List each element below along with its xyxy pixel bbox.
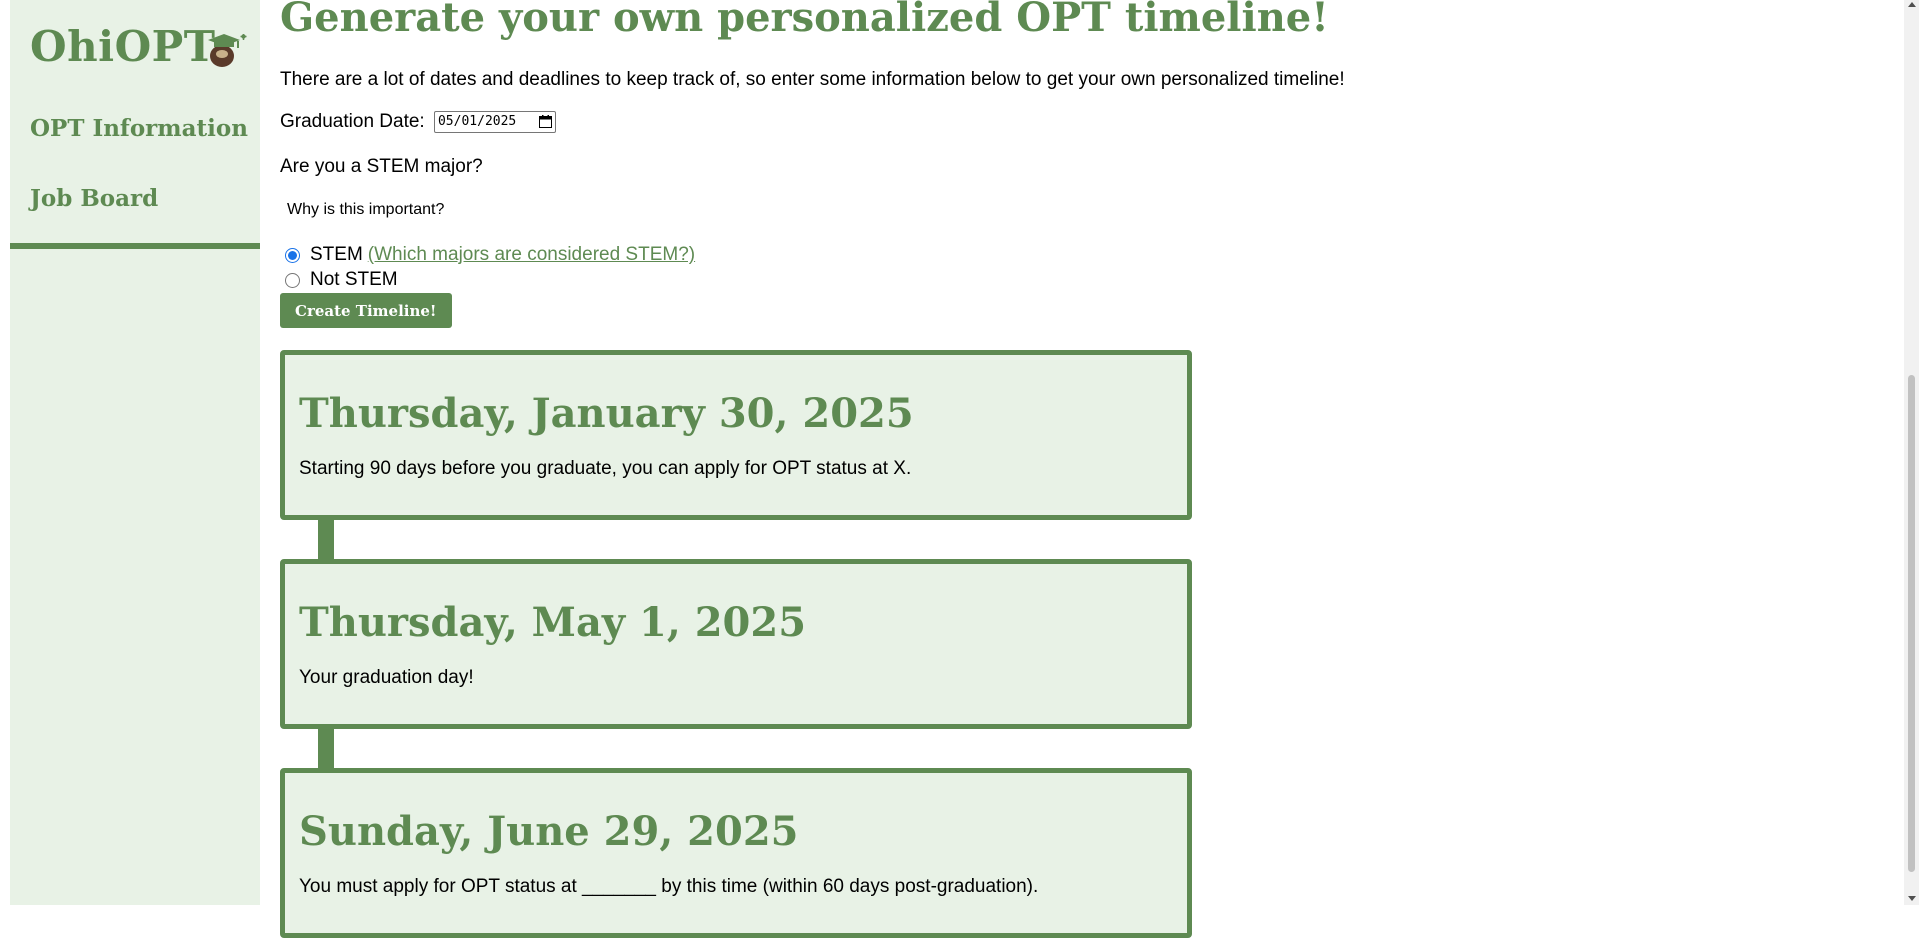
page-title: Generate your own personalized OPT timel… <box>280 0 1329 41</box>
timeline-date: Sunday, June 29, 2025 <box>299 808 799 855</box>
graduation-cap-buckeye-icon <box>208 34 247 67</box>
not-stem-radio[interactable] <box>285 272 300 288</box>
timeline-connector <box>318 728 334 768</box>
graduation-date-input[interactable]: 05/01/2025 <box>433 111 556 133</box>
timeline-card: Thursday, January 30, 2025 Starting 90 d… <box>280 350 1192 520</box>
scroll-up-arrow-icon[interactable] <box>1908 2 1916 7</box>
timeline-card: Sunday, June 29, 2025 You must apply for… <box>280 768 1192 938</box>
not-stem-radio-label[interactable]: Not STEM <box>310 269 398 291</box>
why-important-toggle[interactable]: Why is this important? <box>287 201 444 219</box>
timeline-connector <box>318 519 334 559</box>
sidebar: OhiOPT OPT Information Job Board <box>10 0 260 905</box>
graduation-date-value: 05/01/2025 <box>437 114 517 129</box>
timeline-text: You must apply for OPT status at _______… <box>299 876 1039 897</box>
stem-radio[interactable] <box>285 247 300 263</box>
stem-option: STEM (Which majors are considered STEM?) <box>285 244 695 266</box>
create-timeline-button[interactable]: Create Timeline! <box>280 293 452 328</box>
vertical-scrollbar[interactable] <box>1904 0 1919 905</box>
sidebar-item-opt-information[interactable]: OPT Information <box>30 115 248 142</box>
timeline-date: Thursday, January 30, 2025 <box>299 390 914 437</box>
not-stem-option: Not STEM <box>285 269 398 291</box>
timeline-card: Thursday, May 1, 2025 Your graduation da… <box>280 559 1192 729</box>
scrollbar-thumb[interactable] <box>1908 375 1915 872</box>
stem-majors-link[interactable]: (Which majors are considered STEM?) <box>368 244 695 266</box>
sidebar-item-job-board[interactable]: Job Board <box>30 185 158 212</box>
graduation-date-row: Graduation Date: 05/01/2025 <box>280 111 556 133</box>
timeline-date: Thursday, May 1, 2025 <box>299 599 807 646</box>
graduation-date-label: Graduation Date: <box>280 111 425 133</box>
site-logo[interactable]: OhiOPT <box>30 22 216 71</box>
timeline-text: Your graduation day! <box>299 667 474 688</box>
timeline-text: Starting 90 days before you graduate, yo… <box>299 458 912 479</box>
intro-text: There are a lot of dates and deadlines t… <box>280 69 1345 90</box>
scroll-down-arrow-icon[interactable] <box>1908 896 1916 901</box>
stem-radio-label[interactable]: STEM <box>310 244 363 266</box>
stem-question: Are you a STEM major? <box>280 156 483 177</box>
sidebar-divider <box>10 243 260 249</box>
calendar-icon[interactable] <box>538 115 552 128</box>
